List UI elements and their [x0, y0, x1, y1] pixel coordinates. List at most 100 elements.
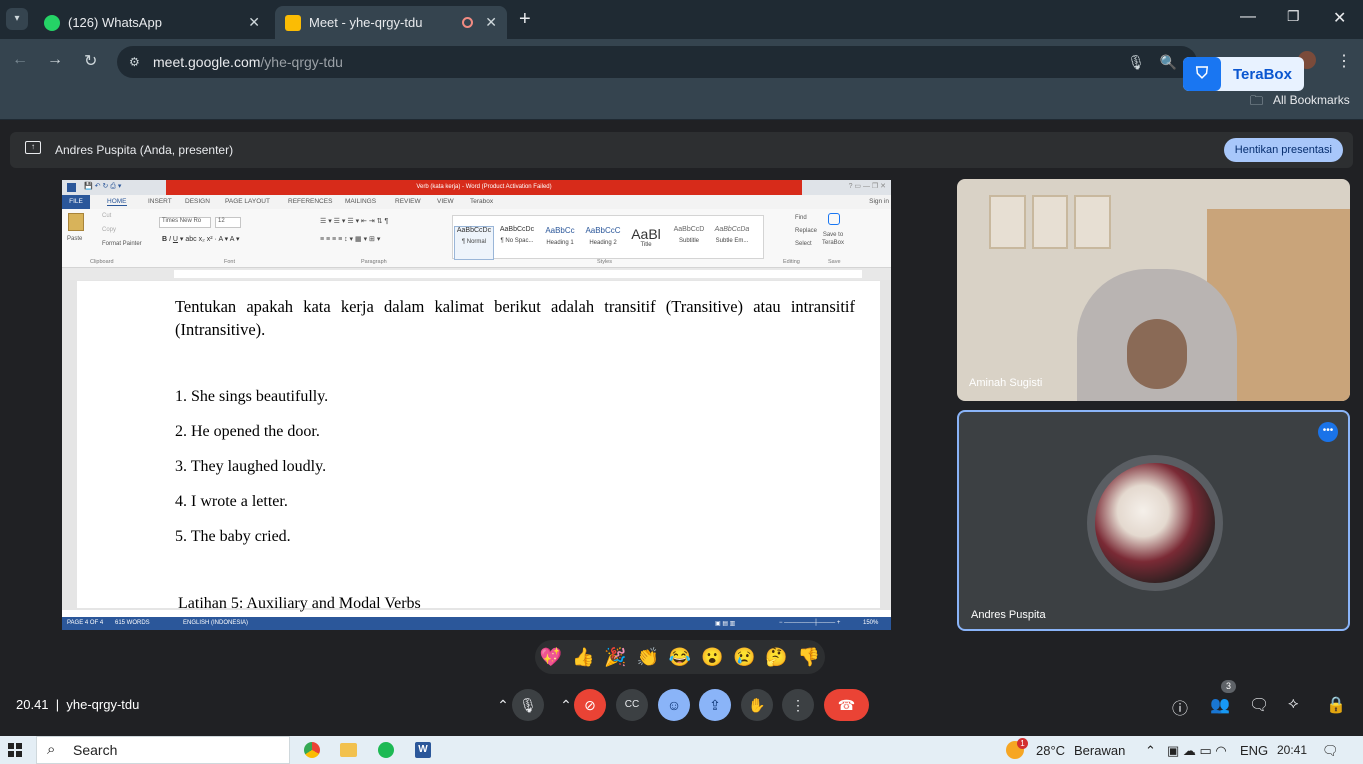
ribbon-tab-references[interactable]: REFERENCES	[288, 198, 332, 205]
input-language[interactable]: ENG	[1240, 743, 1268, 758]
all-bookmarks[interactable]: All Bookmarks	[1273, 93, 1350, 107]
activities-icon[interactable]: ⟡	[1288, 695, 1299, 713]
microphone-button[interactable]: 🎙	[512, 689, 544, 721]
microphone-icon[interactable]: 🎙	[1127, 46, 1145, 78]
ribbon-tab-design[interactable]: DESIGN	[185, 198, 210, 205]
weather-temp[interactable]: 28°C	[1036, 743, 1065, 758]
spotify-icon[interactable]	[378, 742, 394, 758]
emoji-button[interactable]: ☺	[658, 689, 690, 721]
save-terabox-icon[interactable]	[828, 213, 840, 225]
party-popper-reaction[interactable]: 🎉	[604, 647, 626, 668]
weather-condition[interactable]: Berawan	[1074, 743, 1125, 758]
style-normal[interactable]: AaBbCcDc ¶ Normal	[454, 226, 494, 260]
site-info-icon[interactable]: ⚙	[129, 46, 140, 78]
style-heading-1[interactable]: AaBbCc Heading 1	[540, 226, 580, 260]
find-button[interactable]: Find	[787, 215, 807, 221]
horizontal-ruler[interactable]	[62, 268, 891, 280]
present-button[interactable]: ⇪	[699, 689, 731, 721]
stop-presenting-button[interactable]: Hentikan presentasi	[1223, 138, 1343, 162]
minimize-button[interactable]: —	[1240, 8, 1256, 26]
taskbar-search-box[interactable]: ⌕ Search	[36, 736, 290, 764]
back-arrow-icon[interactable]: ←	[12, 51, 28, 69]
notifications-icon[interactable]: 🗨	[1322, 743, 1339, 759]
thinking-reaction[interactable]: 🤔	[765, 647, 787, 668]
ribbon-tab-mailings[interactable]: MAILINGS	[345, 198, 376, 205]
meeting-info-icon[interactable]: ⓘ	[1172, 695, 1188, 719]
style-title[interactable]: AaBl Title	[626, 226, 666, 260]
tray-icons[interactable]: ▣ ☁ ▭ ◠	[1167, 743, 1227, 759]
zoom-level[interactable]: 150%	[863, 620, 878, 626]
thumbs-up-reaction[interactable]: 👍	[572, 647, 594, 668]
replace-button[interactable]: Replace	[787, 228, 817, 234]
tab-search-button[interactable]: ▾	[6, 8, 28, 30]
forward-arrow-icon[interactable]: →	[47, 51, 63, 69]
more-options-button[interactable]: ⋮	[782, 689, 814, 721]
font-size-box[interactable]: 12	[215, 217, 241, 228]
raise-hand-button[interactable]: ✋	[741, 689, 773, 721]
camera-off-button[interactable]: ⊘	[574, 689, 606, 721]
paragraph-buttons[interactable]: ☰ ▾ ☰ ▾ ☰ ▾ ⇤ ⇥ ⇅ ¶	[320, 217, 388, 225]
document-page[interactable]: Tentukan apakah kata kerja dalam kalimat…	[77, 281, 880, 612]
ribbon-tab-review[interactable]: REVIEW	[395, 198, 421, 205]
paste-icon[interactable]	[68, 213, 84, 231]
clock[interactable]: 20:41	[1277, 743, 1307, 757]
tab-meet[interactable]: Meet - yhe-qrgy-tdu ✕	[275, 6, 507, 39]
ribbon-tab-home[interactable]: HOME	[107, 198, 127, 206]
chat-icon[interactable]: 🗨	[1249, 695, 1269, 715]
font-format-buttons[interactable]: B I U ▾ abc x₂ x² · A ▾ A ▾	[162, 235, 240, 243]
copy-button[interactable]: Copy	[102, 227, 116, 233]
style-heading-2[interactable]: AaBbCcC Heading 2	[583, 226, 623, 260]
ribbon-tab-insert[interactable]: INSERT	[148, 198, 172, 205]
close-tab-icon[interactable]: ✕	[248, 14, 260, 31]
crying-reaction[interactable]: 😢	[733, 647, 755, 668]
ribbon-tab-terabox[interactable]: Terabox	[470, 198, 493, 205]
more-options-icon[interactable]: •••	[1318, 422, 1338, 442]
clapping-reaction[interactable]: 👏	[637, 647, 659, 668]
page-indicator[interactable]: PAGE 4 OF 4	[67, 620, 103, 626]
url-bar[interactable]: ⚙ meet.google.com/yhe-qrgy-tdu 🎙 🔍	[117, 46, 1197, 78]
format-painter-button[interactable]: Format Painter	[102, 241, 142, 247]
restore-button[interactable]: ❐	[1287, 8, 1300, 25]
zoom-icon[interactable]: 🔍	[1160, 46, 1177, 78]
new-tab-button[interactable]: +	[519, 8, 531, 31]
word-taskbar-icon[interactable]: W	[415, 742, 431, 758]
zoom-slider[interactable]: − ───────┼──── +	[779, 620, 840, 626]
language-indicator[interactable]: ENGLISH (INDONESIA)	[183, 620, 248, 626]
ribbon-tab-view[interactable]: VIEW	[437, 198, 454, 205]
tab-whatsapp[interactable]: (126) WhatsApp ✕	[34, 6, 270, 39]
windows-start-icon[interactable]	[8, 743, 22, 757]
style-no-spacing[interactable]: AaBbCcDc ¶ No Spac...	[497, 226, 537, 260]
paste-label[interactable]: Paste	[67, 236, 82, 242]
participant-tile-active[interactable]: ••• Andres Puspita	[957, 410, 1350, 631]
close-window-button[interactable]: ✕	[1333, 8, 1346, 28]
thumbs-down-reaction[interactable]: 👎	[798, 647, 820, 668]
captions-button[interactable]: CC	[616, 689, 648, 721]
tray-chevron-icon[interactable]: ⌃	[1145, 743, 1156, 759]
surprised-reaction[interactable]: 😮	[701, 647, 723, 668]
save-to-terabox-button[interactable]: Save to TeraBox	[818, 231, 848, 247]
joy-reaction[interactable]: 😂	[669, 647, 691, 668]
ribbon-tab-file[interactable]: FILE	[62, 195, 90, 209]
style-subtle-emphasis[interactable]: AaBbCcDa Subtle Em...	[712, 226, 752, 260]
view-buttons[interactable]: ▣ ▤ ▥	[715, 620, 735, 627]
reload-icon[interactable]: ↻	[84, 51, 97, 71]
sign-in-link[interactable]: Sign in	[869, 198, 889, 205]
terabox-extension[interactable]: ⛉ TeraBox	[1183, 57, 1304, 91]
alignment-buttons[interactable]: ≡ ≡ ≡ ≡ ↕ ▾ ▦ ▾ ⊞ ▾	[320, 235, 380, 243]
sparkle-heart-reaction[interactable]: 💖	[540, 647, 562, 668]
people-icon[interactable]: 👥	[1210, 695, 1230, 715]
menu-dots-icon[interactable]: ⋮	[1336, 51, 1352, 71]
ribbon-tab-page-layout[interactable]: PAGE LAYOUT	[225, 198, 270, 205]
leave-call-button[interactable]: ☎	[824, 689, 869, 721]
participant-tile[interactable]: Aminah Sugisti	[957, 179, 1350, 401]
style-subtitle[interactable]: AaBbCcD Subtitle	[669, 226, 709, 260]
font-name-box[interactable]: Times New Ro	[159, 217, 211, 228]
chrome-icon[interactable]	[304, 742, 320, 758]
word-count[interactable]: 615 WORDS	[115, 620, 150, 626]
close-tab-icon[interactable]: ✕	[485, 14, 497, 31]
host-controls-icon[interactable]: 🔒	[1326, 695, 1346, 715]
file-explorer-icon[interactable]	[340, 743, 357, 757]
cut-button[interactable]: Cut	[102, 213, 111, 219]
audio-options-button[interactable]: ⌃	[492, 689, 514, 721]
select-button[interactable]: Select	[787, 241, 812, 247]
